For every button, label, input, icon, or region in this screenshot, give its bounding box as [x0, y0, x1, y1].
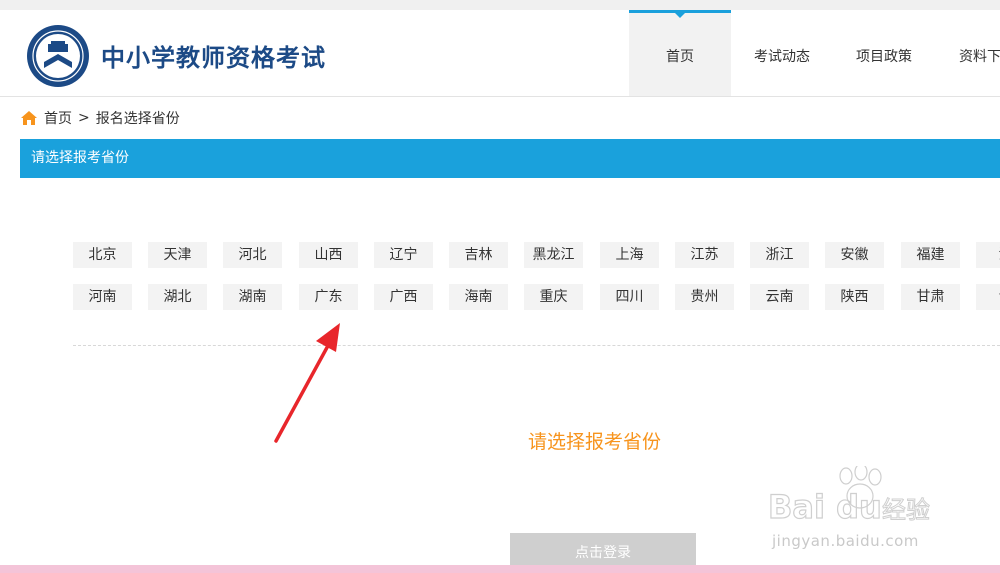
nav-materials-label: 资料下	[959, 49, 1000, 65]
breadcrumb-home[interactable]: 首页	[44, 108, 72, 128]
active-caret-icon	[674, 12, 686, 18]
top-strip	[0, 0, 1000, 10]
province-button[interactable]: 贵州	[675, 284, 734, 310]
main-nav: 首页 考试动态 项目政策 资料下	[629, 10, 1000, 96]
nav-materials[interactable]: 资料下	[935, 10, 1000, 96]
emblem-logo-icon[interactable]	[26, 24, 90, 88]
province-button[interactable]: 上海	[600, 242, 659, 268]
province-button[interactable]: 江苏	[675, 242, 734, 268]
nav-exam-news-label: 考试动态	[754, 49, 810, 65]
breadcrumb: 首页 > 报名选择省份	[20, 108, 180, 128]
province-button[interactable]: 陕西	[825, 284, 884, 310]
province-button[interactable]: 湖北	[148, 284, 207, 310]
bottom-strip	[0, 565, 1000, 573]
province-button[interactable]: 黑龙江	[524, 242, 583, 268]
nav-policy[interactable]: 项目政策	[833, 10, 935, 96]
watermark-logo-text: Bai du	[768, 488, 882, 526]
province-button[interactable]: 广西	[374, 284, 433, 310]
watermark-url: jingyan.baidu.com	[772, 532, 919, 550]
panel-title-bar: 请选择报考省份	[20, 139, 1000, 178]
province-button[interactable]: 浙江	[750, 242, 809, 268]
select-province-prompt: 请选择报考省份	[528, 431, 662, 453]
nav-policy-label: 项目政策	[856, 49, 912, 65]
province-row-1: 北京 天津 河北 山西 辽宁 吉林 黑龙江 上海 江苏 浙江 安徽 福建 江	[73, 242, 1000, 268]
panel-title: 请选择报考省份	[31, 150, 129, 166]
province-button[interactable]: 辽宁	[374, 242, 433, 268]
province-button[interactable]: 河北	[223, 242, 282, 268]
province-button[interactable]: 河南	[73, 284, 132, 310]
province-button[interactable]: 海南	[449, 284, 508, 310]
breadcrumb-current: 报名选择省份	[95, 111, 180, 127]
province-button[interactable]: 四川	[600, 284, 659, 310]
province-button[interactable]: 吉林	[449, 242, 508, 268]
province-button[interactable]: 甘肃	[901, 284, 960, 310]
home-icon	[21, 111, 37, 125]
province-button[interactable]: 湖南	[223, 284, 282, 310]
province-button[interactable]: 北京	[73, 242, 132, 268]
province-row-2: 河南 湖北 湖南 广东 广西 海南 重庆 四川 贵州 云南 陕西 甘肃 青	[73, 284, 1000, 310]
nav-home-label: 首页	[666, 49, 694, 65]
breadcrumb-separator: >	[78, 110, 90, 126]
nav-exam-news[interactable]: 考试动态	[731, 10, 833, 96]
province-button[interactable]: 福建	[901, 242, 960, 268]
site-title[interactable]: 中小学教师资格考试	[101, 38, 326, 73]
province-button[interactable]: 天津	[148, 242, 207, 268]
province-button[interactable]: 青	[976, 284, 1000, 310]
watermark-logo-cn: 经验	[882, 496, 930, 524]
nav-home[interactable]: 首页	[629, 10, 731, 96]
province-button[interactable]: 安徽	[825, 242, 884, 268]
dashed-divider	[73, 345, 1000, 346]
province-button[interactable]: 云南	[750, 284, 809, 310]
site-header: 中小学教师资格考试 首页 考试动态 项目政策 资料下	[0, 10, 1000, 97]
province-button[interactable]: 重庆	[524, 284, 583, 310]
province-button[interactable]: 江	[976, 242, 1000, 268]
province-button[interactable]: 山西	[299, 242, 358, 268]
province-button[interactable]: 广东	[299, 284, 358, 310]
